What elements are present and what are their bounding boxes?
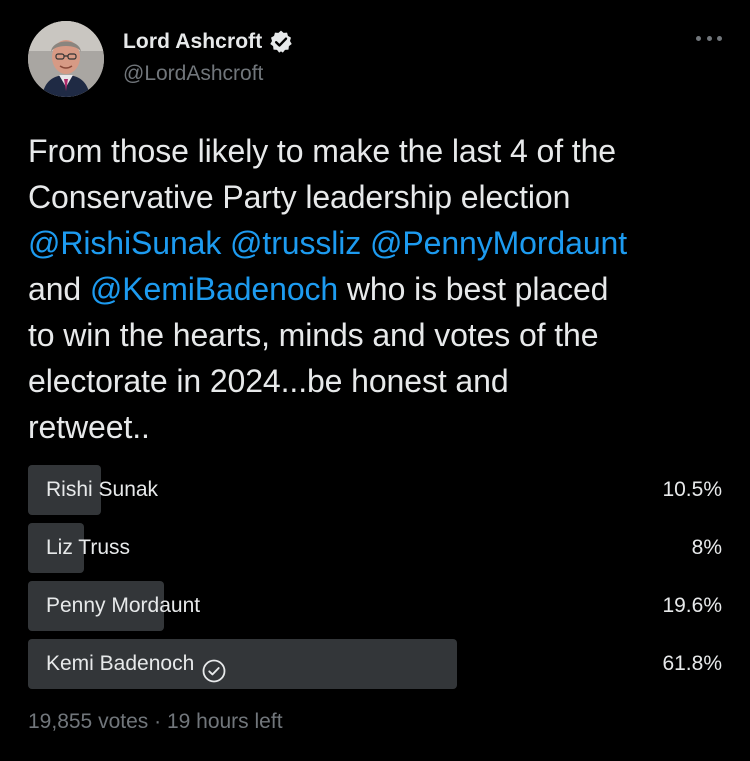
poll-option-label: Liz Truss (46, 523, 130, 573)
tweet-line: electorate in 2024...be honest and (28, 358, 728, 404)
poll-vote-count: 19,855 votes (28, 710, 149, 733)
tweet-line: Conservative Party leadership election (28, 174, 728, 220)
tweet-text-segment: From those likely to make the last 4 of … (28, 133, 616, 169)
author-name-row[interactable]: Lord Ashcroft (123, 29, 294, 55)
tweet-text-segment (221, 225, 230, 261)
poll-option-text: Rishi Sunak (46, 478, 159, 501)
tweet-text-segment: electorate in 2024...be honest and (28, 363, 509, 399)
poll-option[interactable]: Liz Truss 8% (28, 523, 722, 573)
tweet-text: From those likely to make the last 4 of … (28, 128, 728, 450)
tweet-line: and @KemiBadenoch who is best placed (28, 266, 728, 312)
poll-option-percent: 8% (691, 536, 722, 559)
poll-option-text: Penny Mordaunt (46, 594, 201, 617)
tweet-line: retweet.. (28, 404, 728, 450)
poll-option-text: Liz Truss (46, 536, 131, 559)
poll-option[interactable]: Kemi Badenoch 61.8% (28, 639, 722, 689)
poll-option-label: Penny Mordaunt (46, 581, 200, 631)
poll-time-left: 19 hours left (166, 710, 283, 733)
tweet-text-segment: Conservative Party leadership election (28, 179, 571, 215)
tweet-text-segment: who is best placed (338, 271, 609, 307)
poll-option-percent: 61.8% (662, 652, 722, 675)
mention-link[interactable]: @trussliz (230, 225, 361, 261)
author-handle[interactable]: @LordAshcroft (123, 62, 263, 86)
poll-option-percent: 10.5% (662, 478, 722, 501)
poll-option[interactable]: Rishi Sunak 10.5% (28, 465, 722, 515)
mention-link[interactable]: @PennyMordaunt (370, 225, 627, 261)
poll: Rishi Sunak 10.5% Liz Truss 8% Penny Mordaun… (28, 465, 722, 697)
tweet-line: From those likely to make the last 4 of … (28, 128, 728, 174)
poll-option-text: Kemi Badenoch (46, 652, 195, 675)
tweet-text-segment (361, 225, 370, 261)
poll-meta: 19,855 votes · 19 hours left (28, 710, 283, 734)
mention-link[interactable]: @RishiSunak (28, 225, 221, 261)
poll-option-label: Kemi Badenoch (46, 639, 226, 689)
winner-check-icon (202, 652, 226, 683)
tweet-text-segment: retweet.. (28, 409, 150, 445)
mention-link[interactable]: @KemiBadenoch (90, 271, 338, 307)
poll-meta-separator: · (154, 710, 162, 733)
author-display-name[interactable]: Lord Ashcroft (123, 30, 262, 54)
verified-badge-icon (268, 29, 294, 55)
tweet-text-segment: to win the hearts, minds and votes of th… (28, 317, 599, 353)
more-options-icon[interactable] (696, 28, 722, 48)
avatar[interactable] (28, 21, 104, 97)
tweet-line: to win the hearts, minds and votes of th… (28, 312, 728, 358)
tweet-text-segment: and (28, 271, 90, 307)
profile-photo-icon (28, 21, 104, 97)
poll-option-percent: 19.6% (662, 594, 722, 617)
poll-option-label: Rishi Sunak (46, 465, 158, 515)
poll-option[interactable]: Penny Mordaunt 19.6% (28, 581, 722, 631)
tweet-line: @RishiSunak @trussliz @PennyMordaunt (28, 220, 728, 266)
